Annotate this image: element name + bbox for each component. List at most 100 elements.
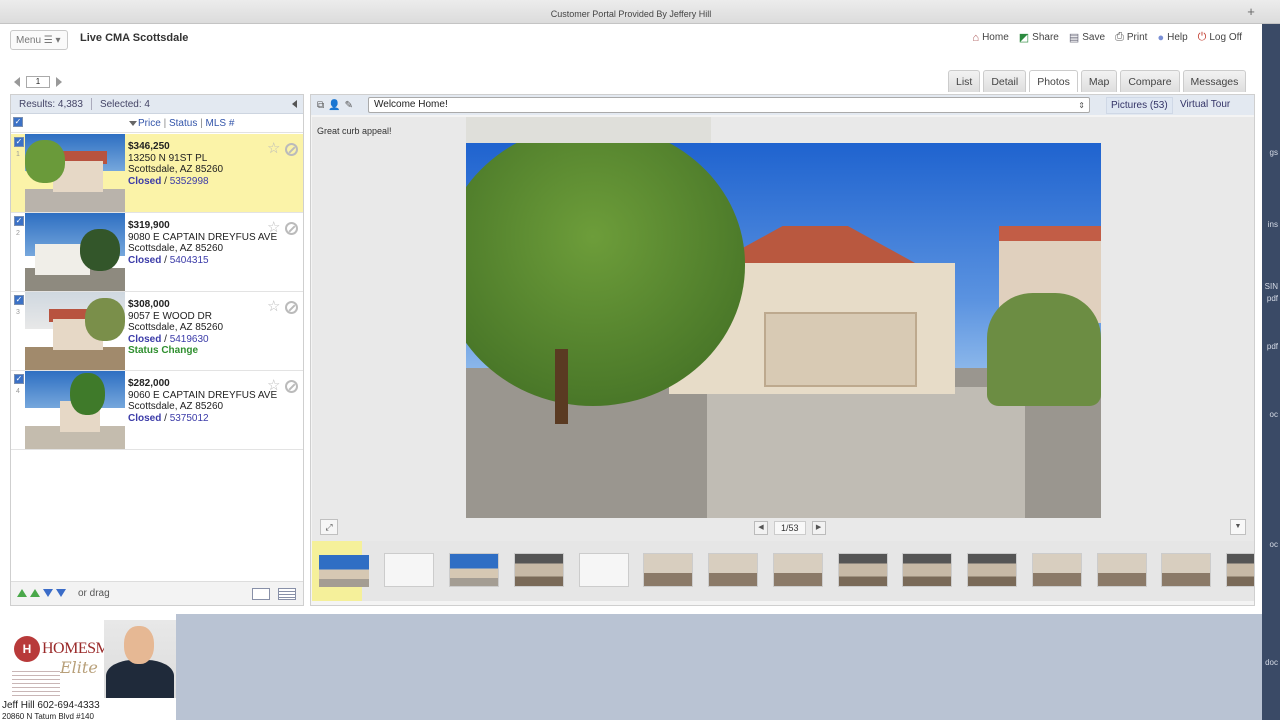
photo-counter: 1/53 — [774, 521, 806, 535]
move-down-icon[interactable] — [43, 589, 53, 597]
new-tab-button[interactable]: + — [1244, 5, 1258, 20]
page-number-input[interactable]: 1 — [26, 76, 50, 88]
listing-city: Scottsdale, AZ 85260 — [128, 322, 224, 333]
tab-list[interactable]: List — [948, 70, 981, 92]
list-item[interactable]: ✓ 1 $346,250 13250 N 91ST PL Scottsdale,… — [11, 134, 303, 213]
dropdown-arrows-icon: ⇕ — [1078, 101, 1085, 110]
photo-thumbnail[interactable] — [967, 553, 1017, 587]
listing-mls[interactable]: 5419630 — [170, 334, 209, 345]
listing-checkbox[interactable]: ✓ — [14, 137, 24, 147]
discard-icon[interactable] — [285, 143, 298, 156]
status-change-badge: Status Change — [128, 345, 199, 356]
listing-mls[interactable]: 5375012 — [170, 413, 209, 424]
power-icon: ⏻ — [1197, 31, 1207, 43]
tab-photos[interactable]: Photos — [1029, 70, 1078, 92]
menu-button[interactable]: Menu ☰ ▾ — [10, 30, 68, 50]
photo-thumbnail[interactable] — [312, 541, 369, 601]
home-icon: ⌂ — [972, 31, 980, 44]
list-item[interactable]: ✓ 3 $308,000 9057 E WOOD DR Scottsdale, … — [11, 292, 303, 371]
listing-mls[interactable]: 5404315 — [170, 255, 209, 266]
listing-status: Closed — [128, 333, 162, 345]
discard-icon[interactable] — [285, 380, 298, 393]
menu-label: Menu — [16, 35, 42, 46]
next-page-icon[interactable] — [56, 77, 62, 87]
listing-checkbox[interactable]: ✓ — [14, 216, 24, 226]
listing-number: 3 — [16, 309, 20, 316]
sort-mls[interactable]: MLS # — [206, 118, 235, 129]
window-icon[interactable]: ⧉ — [317, 100, 324, 111]
save-link[interactable]: ▤ Save — [1069, 31, 1105, 44]
list-item[interactable]: ✓ 2 $319,900 9080 E CAPTAIN DREYFUS AVE … — [11, 213, 303, 292]
photo-title-select[interactable]: Welcome Home! ⇕ — [368, 97, 1090, 113]
photo-thumbnail[interactable] — [1226, 553, 1254, 587]
single-view-icon[interactable] — [252, 588, 270, 600]
favorite-star-icon[interactable]: ☆ — [267, 141, 280, 156]
home-link[interactable]: ⌂ Home — [972, 31, 1008, 44]
list-item[interactable]: ✓ 4 $282,000 9060 E CAPTAIN DREYFUS AVE … — [11, 371, 303, 450]
photo-thumbnail[interactable] — [579, 553, 629, 587]
photo-thumbnail[interactable] — [384, 553, 434, 587]
listing-thumbnail[interactable] — [25, 134, 125, 212]
selected-count[interactable]: Selected: 4 — [100, 99, 150, 110]
photo-thumbnail[interactable] — [449, 553, 499, 587]
favorite-star-icon[interactable]: ☆ — [267, 220, 280, 235]
sort-status[interactable]: Status — [169, 118, 197, 129]
select-all-checkbox[interactable]: ✓ — [13, 117, 23, 127]
viewer-header: ⧉ 👤 ✎ Welcome Home! ⇕ Pictures (53) Virt… — [311, 95, 1254, 115]
prev-photo-icon[interactable]: ◀ — [754, 521, 768, 535]
share-link[interactable]: ◩ Share — [1019, 31, 1059, 44]
hamburger-icon: ☰ ▾ — [43, 35, 61, 46]
favorite-star-icon[interactable]: ☆ — [267, 299, 280, 314]
move-bottom-icon[interactable] — [56, 589, 66, 597]
move-up-icon[interactable] — [30, 589, 40, 597]
tab-detail[interactable]: Detail — [983, 70, 1027, 92]
print-label: Print — [1126, 32, 1148, 43]
sort-price[interactable]: Price — [138, 118, 161, 129]
sort-columns: Price | Status | MLS # — [129, 118, 234, 129]
photo-thumbnail[interactable] — [773, 553, 823, 587]
listing-info: $282,000 9060 E CAPTAIN DREYFUS AVE Scot… — [128, 378, 278, 424]
help-link[interactable]: ● Help — [1157, 31, 1187, 44]
listing-thumbnail[interactable] — [25, 292, 125, 370]
listing-checkbox[interactable]: ✓ — [14, 295, 24, 305]
tab-compare[interactable]: Compare — [1120, 70, 1180, 92]
photo-thumbnail[interactable] — [1161, 553, 1211, 587]
main-photo[interactable] — [466, 143, 1101, 518]
tab-messages[interactable]: Messages — [1182, 70, 1247, 92]
fullscreen-icon[interactable]: ⤢ — [320, 519, 338, 535]
listing-checkbox[interactable]: ✓ — [14, 374, 24, 384]
logoff-link[interactable]: ⏻ Log Off — [1198, 31, 1242, 44]
prev-page-icon[interactable] — [14, 77, 20, 87]
edit-note-icon[interactable]: ✎ — [345, 100, 353, 111]
photo-thumbnail[interactable] — [514, 553, 564, 587]
listing-mls[interactable]: 5352998 — [170, 176, 209, 187]
favorite-star-icon[interactable]: ☆ — [267, 378, 280, 393]
print-link[interactable]: ⎙ Print — [1115, 31, 1147, 44]
collapse-panel-icon[interactable] — [292, 100, 297, 108]
listing-city: Scottsdale, AZ 85260 — [128, 401, 224, 412]
photo-thumbnail[interactable] — [838, 553, 888, 587]
discard-icon[interactable] — [285, 301, 298, 314]
contact-fine-print — [12, 668, 60, 698]
next-photo-icon[interactable]: ▶ — [811, 521, 826, 535]
listing-thumbnail[interactable] — [25, 213, 125, 291]
home-label: Home — [982, 32, 1009, 43]
person-icon[interactable]: 👤 — [328, 100, 340, 111]
tab-virtual-tour[interactable]: Virtual Tour — [1180, 99, 1230, 110]
photo-thumbnail[interactable] — [643, 553, 693, 587]
listing-thumbnail[interactable] — [25, 371, 125, 449]
photo-thumbnail[interactable] — [1097, 553, 1147, 587]
discard-icon[interactable] — [285, 222, 298, 235]
move-top-icon[interactable] — [17, 589, 27, 597]
photo-thumbnail[interactable] — [708, 553, 758, 587]
photo-thumbnail[interactable] — [1032, 553, 1082, 587]
photo-thumbnail[interactable] — [902, 553, 952, 587]
list-view-icon[interactable] — [278, 588, 296, 600]
desktop-fragment: pdf — [1266, 342, 1278, 351]
logo-mark-icon: H — [14, 636, 40, 662]
tab-map[interactable]: Map — [1080, 70, 1118, 92]
tab-pictures[interactable]: Pictures (53) — [1106, 97, 1173, 114]
thumbnail-strip — [312, 541, 1254, 601]
listing-number: 2 — [16, 230, 20, 237]
chevron-down-icon[interactable]: ▼ — [1230, 519, 1246, 535]
